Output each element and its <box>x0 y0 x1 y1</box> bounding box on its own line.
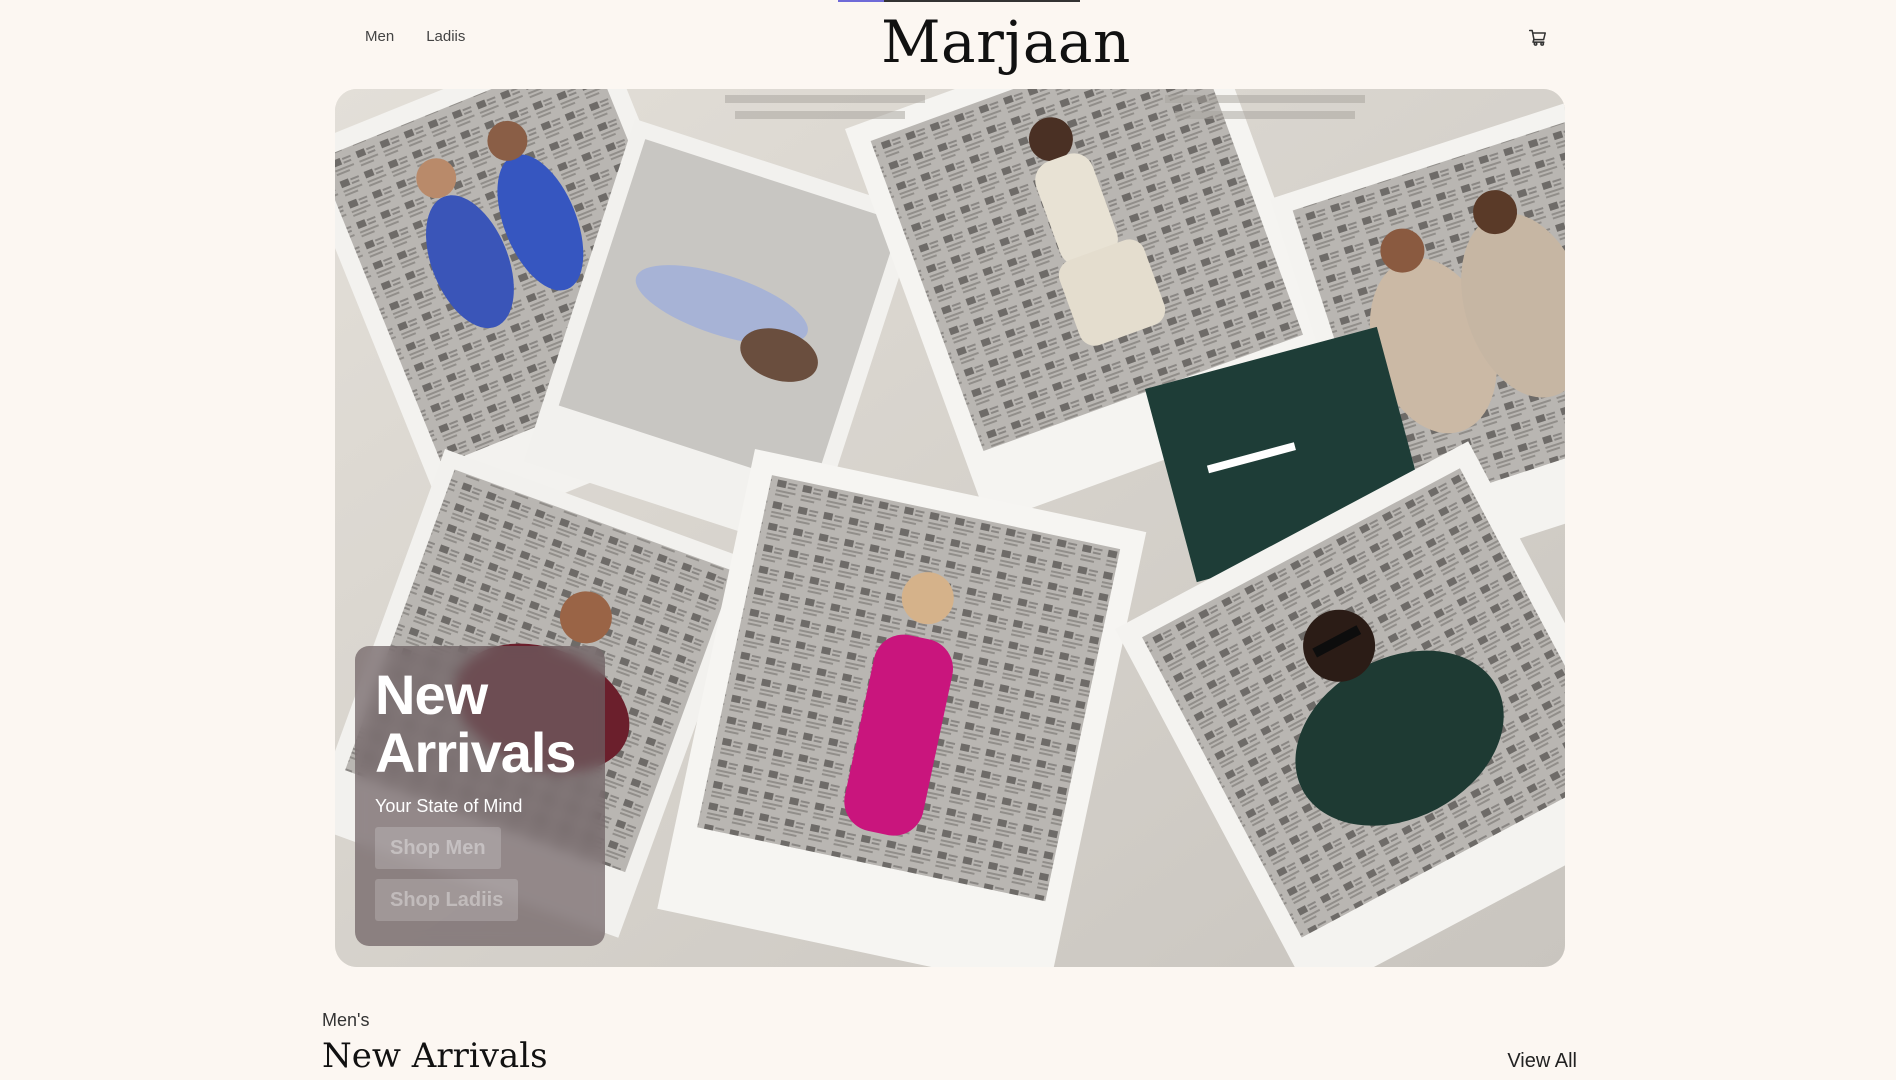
hero-title-line-2: Arrivals <box>375 721 577 784</box>
hero-promo-card: New Arrivals Your State of Mind Shop Men… <box>355 646 605 946</box>
view-all-link[interactable]: View All <box>1507 1050 1577 1073</box>
shop-ladiis-button[interactable]: Shop Ladiis <box>375 879 519 921</box>
cart-icon[interactable] <box>1528 28 1548 48</box>
brand-logo[interactable]: Marjaan <box>0 8 1896 76</box>
section-title: New Arrivals <box>322 1036 548 1076</box>
shop-men-button[interactable]: Shop Men <box>375 827 501 869</box>
site-header: Men Ladiis Marjaan <box>0 0 1896 80</box>
hero-title: New Arrivals <box>375 666 585 782</box>
section-eyebrow: Men's <box>322 1010 370 1030</box>
hero-title-line-1: New <box>375 663 488 726</box>
hero-banner: New Arrivals Your State of Mind Shop Men… <box>335 89 1565 967</box>
hero-subtitle: Your State of Mind <box>375 796 523 816</box>
